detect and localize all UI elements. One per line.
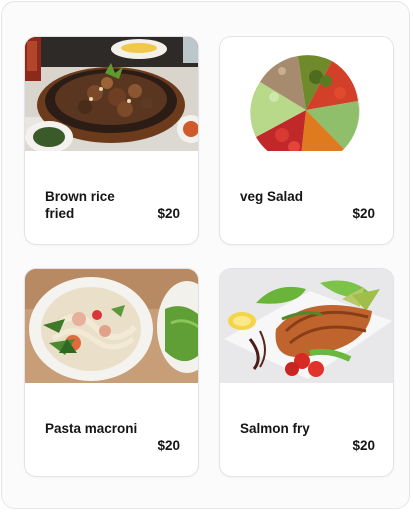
menu-item-price: $20	[352, 438, 375, 453]
menu-item-name: Brown rice fried	[45, 189, 115, 221]
menu-item-price: $20	[157, 438, 180, 453]
salmon-fry-photo	[220, 269, 393, 383]
menu-item-name: Salmon fry	[240, 421, 310, 436]
menu-card-pasta-macroni[interactable]: Pasta macroni $20	[24, 268, 199, 477]
pasta-macroni-photo	[25, 269, 198, 383]
menu-item-price: $20	[157, 206, 180, 221]
menu-card-brown-rice-fried[interactable]: Brown rice fried $20	[24, 36, 199, 245]
menu-item-price: $20	[352, 206, 375, 221]
menu-card-veg-salad[interactable]: veg Salad $20	[219, 36, 394, 245]
menu-item-name: Pasta macroni	[45, 421, 138, 436]
menu-item-name: veg Salad	[240, 189, 304, 204]
brown-rice-fried-photo	[25, 37, 198, 151]
menu-card-salmon-fry[interactable]: Salmon fry $20	[219, 268, 394, 477]
veg-salad-photo	[220, 37, 393, 151]
